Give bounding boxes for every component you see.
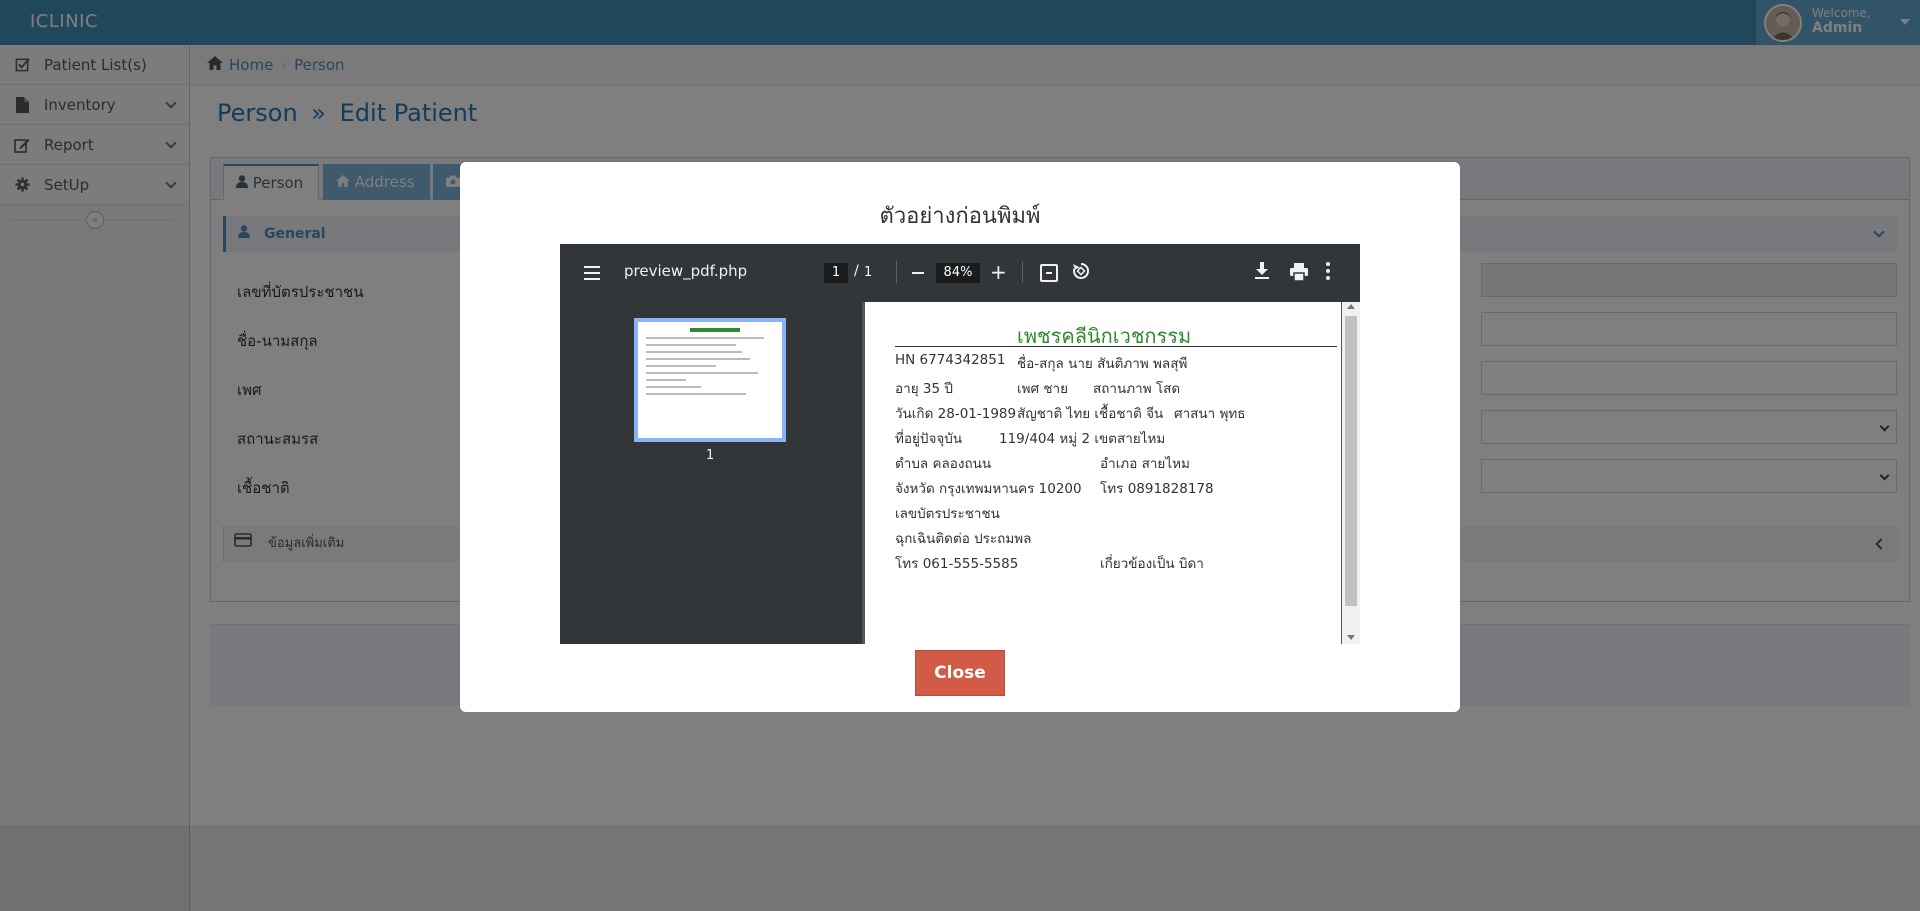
pdf-address: 119/404 หมู่ 2 เขตสายไหม [999,431,1166,447]
scrollbar-thumb[interactable] [1345,316,1357,606]
page-thumbnail[interactable] [634,318,786,442]
pdf-id-label: เลขบัตรประชาชน [895,506,1000,522]
zoom-in-icon[interactable]: + [990,262,1007,282]
page-separator: / [854,263,859,279]
more-options-icon[interactable] [1326,262,1330,280]
pdf-age: อายุ 35 ปี [895,381,953,397]
toolbar-divider [1022,261,1023,283]
toolbar-divider [896,261,897,283]
pdf-viewer[interactable]: preview_pdf.php 1 / 1 84% + 1 เพชรคลีนิก… [560,244,1360,644]
pdf-birth: วันเกิด 28-01-1989 [895,406,1017,422]
print-icon[interactable] [1289,263,1309,282]
clinic-title: เพชรคลีนิกเวชกรรม [1017,324,1192,348]
zoom-out-icon[interactable] [912,272,924,274]
page-total: 1 [864,265,873,280]
pdf-page-area: เพชรคลีนิกเวชกรรม HN 6774342851 ชื่อ-สกุ… [862,302,1360,644]
pdf-relation: เกี่ยวข้องเป็น บิดา [1100,556,1204,572]
pdf-religion: ศาสนา พุทธ [1174,406,1246,422]
page-footer-shade [0,825,1920,911]
pdf-marital: สถานภาพ โสด [1093,381,1181,397]
fit-to-page-icon[interactable] [1040,264,1058,282]
scroll-up-icon[interactable] [1347,304,1355,309]
print-preview-modal: ตัวอย่างก่อนพิมพ์ preview_pdf.php 1 / 1 … [460,162,1460,712]
page-number-input[interactable]: 1 [824,263,848,283]
pdf-district: อำเภอ สายไหม [1100,456,1190,472]
pdf-name: ชื่อ-สกุล นาย สันติภาพ พลสุพี [1017,356,1188,372]
pdf-nationality: สัญชาติ ไทย เชื้อชาติ จีน [1017,406,1164,422]
pdf-emergency-phone: โทร 061-555-5585 [895,556,1019,572]
download-icon[interactable] [1254,262,1270,282]
pdf-province: จังหวัด กรุงเทพมหานคร 10200 [895,481,1082,497]
menu-icon[interactable] [584,266,600,280]
pdf-address-label: ที่อยู่ปัจจุบัน [895,431,963,447]
pdf-scrollbar[interactable] [1342,302,1360,644]
thumbnail-title-mark [690,328,740,332]
scroll-down-icon[interactable] [1347,635,1355,640]
pdf-hn: HN 6774342851 [895,352,1006,368]
pdf-sex: เพศ ชาย [1017,381,1069,397]
modal-title: ตัวอย่างก่อนพิมพ์ [879,204,1041,229]
pdf-subdistrict: ตำบล คลองถนน [895,456,992,472]
pdf-emergency-contact: ฉุกเฉินติดต่อ ประถมพล [895,531,1032,547]
rotate-icon[interactable] [1072,262,1090,285]
pdf-toolbar: preview_pdf.php 1 / 1 84% + [560,244,1360,302]
thumbnail-page-number: 1 [706,448,715,463]
pdf-file-name: preview_pdf.php [624,262,748,280]
pdf-page: เพชรคลีนิกเวชกรรม HN 6774342851 ชื่อ-สกุ… [865,302,1341,644]
pdf-phone: โทร 0891828178 [1100,481,1214,497]
close-button[interactable]: Close [915,650,1005,696]
thumbnail-sidebar: 1 [560,302,862,644]
zoom-input[interactable]: 84% [936,263,980,283]
title-underline [895,346,1337,347]
